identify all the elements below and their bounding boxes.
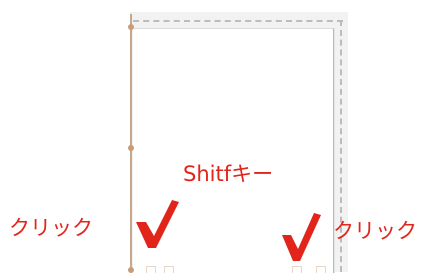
checkmark-icon — [136, 200, 179, 248]
click-annotation-left: クリック — [9, 216, 93, 240]
selection-handle-middle[interactable] — [128, 145, 134, 151]
selection-edge[interactable] — [130, 14, 132, 272]
selection-handle-top[interactable] — [128, 24, 134, 30]
checkmark-icon — [282, 213, 321, 261]
shift-key-annotation: Shitfキー — [183, 162, 274, 186]
margin-guide-top — [133, 20, 343, 22]
selection-handle-bottom[interactable] — [128, 267, 134, 273]
document-canvas: Shitfキー クリック クリック — [0, 0, 434, 273]
click-annotation-right: クリック — [333, 219, 417, 243]
